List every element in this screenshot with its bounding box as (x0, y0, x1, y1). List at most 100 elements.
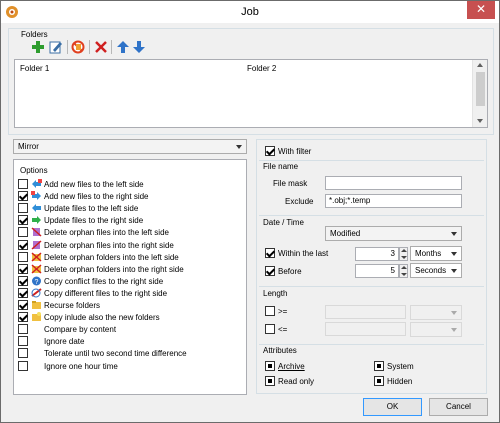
option-checkbox[interactable] (18, 215, 28, 225)
move-down-icon[interactable] (132, 40, 146, 54)
option-label: Copy different files to the right side (44, 289, 168, 298)
date-mode-value: Modified (330, 229, 361, 238)
before-unit-value: Seconds (415, 266, 447, 275)
length-ge-label: >= (278, 307, 288, 316)
scroll-thumb[interactable] (476, 72, 485, 106)
within-last-spinner[interactable] (399, 247, 408, 261)
within-last-value-input[interactable]: 3 (355, 247, 399, 261)
option-label: Tolerate until two second time differenc… (44, 349, 187, 358)
option-label: Add new files to the left side (44, 180, 144, 189)
option-label: Copy conflict files to the right side (44, 277, 164, 286)
different-icon (31, 288, 42, 298)
within-last-label: Within the last (278, 249, 329, 258)
column-header-folder-1[interactable]: Folder 1 (20, 64, 49, 73)
option-label: Delete orphan folders into the right sid… (44, 265, 184, 274)
chevron-down-icon (451, 232, 457, 236)
spin-down-icon[interactable] (401, 273, 407, 276)
delete-folders-right-icon (31, 264, 42, 274)
option-checkbox[interactable] (18, 348, 28, 358)
system-checkbox[interactable] (374, 361, 384, 371)
option-label: Ignore one hour time (44, 362, 118, 371)
exclude-input[interactable]: *.obj;*.temp (325, 194, 462, 208)
update-right-icon (32, 216, 41, 224)
edit-folder-icon[interactable] (49, 40, 63, 54)
chevron-down-icon (451, 328, 457, 332)
read-only-checkbox[interactable] (265, 376, 275, 386)
option-label: Update files to the left side (44, 204, 139, 213)
before-spinner[interactable] (399, 264, 408, 278)
column-header-folder-2[interactable]: Folder 2 (247, 64, 276, 73)
option-checkbox[interactable] (18, 300, 28, 310)
delete-folders-left-icon (31, 252, 42, 262)
system-label: System (387, 362, 414, 371)
option-checkbox[interactable] (18, 276, 28, 286)
length-le-unit-select[interactable] (410, 322, 462, 337)
option-checkbox[interactable] (18, 252, 28, 262)
option-checkbox[interactable] (18, 191, 28, 201)
delete-icon[interactable] (94, 40, 108, 54)
scroll-up-arrow-icon[interactable] (477, 63, 483, 67)
option-checkbox[interactable] (18, 179, 28, 189)
option-checkbox[interactable] (18, 361, 28, 371)
option-checkbox[interactable] (18, 288, 28, 298)
folders-scrollbar[interactable] (472, 60, 487, 127)
within-last-checkbox[interactable] (265, 248, 275, 258)
chevron-down-icon (451, 269, 457, 273)
length-le-input[interactable] (325, 322, 406, 336)
length-le-checkbox[interactable] (265, 324, 275, 334)
option-checkbox[interactable] (18, 203, 28, 213)
add-right-icon (31, 191, 41, 200)
file-mask-input[interactable] (325, 176, 462, 190)
attributes-group-label: Attributes (263, 346, 297, 355)
file-mask-label: File mask (273, 179, 308, 188)
exclude-label: Exclude (285, 197, 314, 206)
option-label: Copy inlude also the new folders (44, 313, 160, 322)
option-label: Update files to the right side (44, 216, 144, 225)
toolbar-separator (111, 40, 112, 54)
sync-mode-select[interactable]: Mirror (13, 139, 247, 154)
with-filter-checkbox[interactable] (265, 146, 275, 156)
spin-up-icon[interactable] (401, 249, 407, 252)
before-value-input[interactable]: 5 (355, 264, 399, 278)
length-ge-input[interactable] (325, 305, 406, 319)
length-ge-unit-select[interactable] (410, 305, 462, 320)
option-checkbox[interactable] (18, 264, 28, 274)
option-label: Add new files to the right side (44, 192, 149, 201)
spin-down-icon[interactable] (401, 256, 407, 259)
before-checkbox[interactable] (265, 266, 275, 276)
sync-mode-value: Mirror (18, 142, 39, 151)
folders-list[interactable]: Folder 1 Folder 2 (14, 59, 488, 128)
option-checkbox[interactable] (18, 324, 28, 334)
conflict-icon: ? (32, 276, 41, 286)
within-last-unit-select[interactable]: Months (410, 246, 462, 261)
option-label: Delete orphan files into the right side (44, 241, 174, 250)
ok-button[interactable]: OK (363, 398, 422, 416)
delete-files-right-icon (31, 240, 42, 250)
close-button[interactable]: ✕ (467, 1, 495, 19)
before-unit-select[interactable]: Seconds (410, 263, 462, 278)
option-checkbox[interactable] (18, 240, 28, 250)
length-ge-checkbox[interactable] (265, 306, 275, 316)
archive-label: Archive (278, 362, 305, 371)
archive-checkbox[interactable] (265, 361, 275, 371)
option-checkbox[interactable] (18, 312, 28, 322)
title-bar: Job ✕ (1, 1, 499, 23)
move-up-icon[interactable] (116, 40, 130, 54)
cancel-button[interactable]: Cancel (429, 398, 488, 416)
with-filter-label: With filter (278, 147, 312, 156)
new-folder-icon (32, 312, 41, 321)
option-checkbox[interactable] (18, 336, 28, 346)
chevron-down-icon (451, 311, 457, 315)
delete-files-left-icon (31, 227, 42, 237)
spin-up-icon[interactable] (401, 266, 407, 269)
length-le-label: <= (278, 325, 288, 334)
date-time-group-label: Date / Time (263, 218, 304, 227)
folders-group-label: Folders (21, 30, 48, 39)
hidden-checkbox[interactable] (374, 376, 384, 386)
scroll-down-arrow-icon[interactable] (477, 119, 483, 123)
option-checkbox[interactable] (18, 227, 28, 237)
date-mode-select[interactable]: Modified (325, 226, 462, 241)
job-dialog: Job ✕ Folders Folder 1 Folder 2 Mirror O… (0, 0, 500, 423)
disable-icon[interactable] (71, 40, 85, 54)
add-folder-icon[interactable] (31, 40, 45, 54)
